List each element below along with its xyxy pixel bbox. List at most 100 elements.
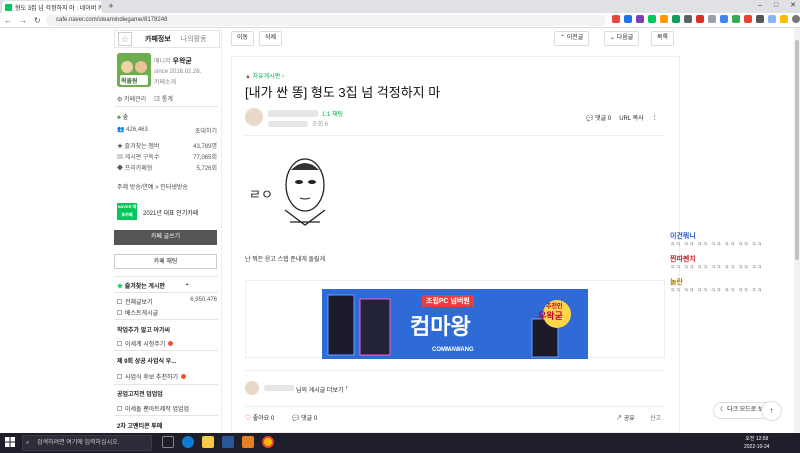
tab-my-activity[interactable]: 나의활동 xyxy=(181,34,207,44)
all-posts-count: 6,950,476 xyxy=(190,297,217,303)
more-posts-link[interactable]: 님의 게시글 더보기 › xyxy=(264,385,348,394)
extension-icon[interactable] xyxy=(732,15,740,23)
file-explorer-icon[interactable] xyxy=(202,436,214,448)
board-link[interactable]: 이세계 시청주기 xyxy=(117,339,174,348)
invite-link[interactable]: 초대하기 xyxy=(195,126,217,135)
board-link[interactable]: 사업식 후보 추천하기 xyxy=(117,372,187,381)
write-post-button[interactable]: 카페 글쓰기 xyxy=(114,230,217,245)
board-section-title: 공업고지전 업업업 xyxy=(117,392,163,398)
move-button[interactable]: 이동 xyxy=(231,31,255,46)
extension-icon[interactable] xyxy=(696,15,704,23)
new-tab-button[interactable]: + xyxy=(106,1,116,11)
chevron-up-icon: ⌃ xyxy=(560,35,566,41)
edge-icon[interactable] xyxy=(182,436,194,448)
divider xyxy=(245,406,665,407)
comment-link[interactable]: 💬 댓글 0 xyxy=(586,113,611,122)
ad-banner[interactable]: 조립PC 넘버원 컴마왕 추천인 우왁굳 COMMAWANG xyxy=(322,289,588,359)
extension-icon[interactable] xyxy=(672,15,680,23)
all-posts-link: 전체글보기 xyxy=(125,300,153,306)
extension-icon[interactable] xyxy=(684,15,692,23)
stat-row: ◆ 프리카페형 5,726회 xyxy=(117,166,217,172)
star-icon[interactable]: ☆ xyxy=(118,32,132,46)
profile-avatar[interactable] xyxy=(792,15,800,23)
extension-icon[interactable] xyxy=(636,15,644,23)
taskbar-apps xyxy=(162,436,274,448)
url-input[interactable]: cafe.naver.com/steamindiegame/8178248 xyxy=(46,15,606,26)
app-icon[interactable] xyxy=(242,436,254,448)
maximize-button[interactable]: □ xyxy=(774,0,778,12)
divider xyxy=(245,135,665,136)
cafe-manage-link[interactable]: ⚙ 카페관리 xyxy=(117,94,146,103)
board-section-title: 2차 고멘티콘 투메 xyxy=(117,424,163,430)
cafe-chat-button[interactable]: 카페 채팅 xyxy=(114,254,217,269)
url-copy-button[interactable]: URL 복사 xyxy=(619,113,644,122)
prev-post-button[interactable]: ⌃ 이전글 xyxy=(554,31,590,46)
arrow-up-icon: ↑ xyxy=(769,406,774,415)
avatar-caption: 왁물원 xyxy=(121,79,138,85)
scrollbar-thumb[interactable] xyxy=(795,40,799,260)
since-date: since 2016.02.26. xyxy=(154,69,202,75)
tab-cafe-info[interactable]: 카페정보 xyxy=(145,34,171,44)
cafe-intro-link[interactable]: 카페소개 xyxy=(154,77,201,86)
extension-icon[interactable] xyxy=(624,15,632,23)
extension-icon[interactable] xyxy=(612,15,620,23)
tab-title: 형도 3집 넘 걱정하지 마 : 네이버 카페 xyxy=(15,5,102,12)
member-row: 👥 426,463 초대하기 xyxy=(117,126,217,135)
chat-user-name: 찐따펜치 xyxy=(670,256,696,263)
post-meta: 조회 6 xyxy=(268,119,328,128)
list-button[interactable]: 목록 xyxy=(651,31,675,46)
extension-icon[interactable] xyxy=(768,15,776,23)
share-button[interactable]: ↗ 공유 xyxy=(616,413,635,422)
task-view-icon[interactable] xyxy=(162,436,174,448)
doodle-text: ㄹㅇ xyxy=(249,187,273,202)
extension-icon[interactable] xyxy=(660,15,668,23)
divider xyxy=(114,384,218,385)
extension-icon[interactable] xyxy=(720,15,728,23)
reload-button[interactable]: ↻ xyxy=(34,13,41,28)
extension-icon[interactable] xyxy=(648,15,656,23)
manager-name[interactable]: 우왁굳 xyxy=(173,58,192,65)
board-link[interactable]: ▲ 자유게시판 › xyxy=(245,71,284,80)
comment-button[interactable]: 💬 댓글 0 xyxy=(292,413,317,422)
author-name[interactable] xyxy=(268,110,318,117)
board-link[interactable]: 이세돌 팬아트제작 업업업 xyxy=(117,404,189,413)
stats-link[interactable]: ▥ 통계 xyxy=(154,94,173,103)
windows-start-icon[interactable] xyxy=(5,437,15,447)
chat-link[interactable]: 1:1 채팅 xyxy=(322,109,343,118)
report-button[interactable]: 신고 xyxy=(650,413,661,422)
manage-links: ⚙ 카페관리 ▥ 통계 xyxy=(117,94,173,103)
minimize-button[interactable]: – xyxy=(758,0,762,12)
share-icon: ↗ xyxy=(616,416,623,422)
author-avatar-small[interactable] xyxy=(245,381,259,395)
back-button[interactable]: ← xyxy=(4,13,12,28)
close-window-button[interactable]: ✕ xyxy=(790,0,796,12)
stat-row: ★ 즐겨찾는 멤버 43,789명 xyxy=(117,144,217,150)
extension-icon[interactable] xyxy=(744,15,752,23)
extension-icon[interactable] xyxy=(708,15,716,23)
author-avatar[interactable] xyxy=(245,108,263,126)
divider xyxy=(114,276,218,277)
new-badge-icon xyxy=(181,374,187,379)
delete-button[interactable]: 삭제 xyxy=(259,31,283,46)
chrome-icon[interactable] xyxy=(262,436,274,448)
chat-user-name: 이건뭐니 xyxy=(670,233,696,240)
cafe-topic: 주제 방송/연예 > 인터넷방송 xyxy=(117,185,188,191)
browser-tab[interactable]: 형도 3집 넘 걱정하지 마 : 네이버 카페 ✕ xyxy=(2,1,102,13)
next-post-button[interactable]: ⌄ 다음글 xyxy=(604,31,640,46)
forward-button[interactable]: → xyxy=(19,13,27,28)
like-button[interactable]: ♡ 좋아요 0 xyxy=(245,413,274,422)
extension-icon[interactable] xyxy=(780,15,788,23)
divider xyxy=(114,292,218,293)
extension-icon[interactable] xyxy=(756,15,764,23)
vscode-icon[interactable] xyxy=(222,436,234,448)
members-icon: 👥 xyxy=(117,127,125,133)
taskbar-search-input[interactable]: ⌕ 검색하려면 여기에 입력하십시오. xyxy=(22,435,152,451)
more-options-icon[interactable]: ⋮ xyxy=(652,114,658,121)
cafe-avatar: 왁물원 xyxy=(117,53,151,87)
chat-user-name: 놀란 xyxy=(670,279,683,286)
badge-text: 2021년 대표 인기카페 xyxy=(143,211,199,217)
all-posts-row[interactable]: 전체글보기 6,950,476 xyxy=(117,297,217,306)
best-posts-link[interactable]: 베스트게시글 xyxy=(117,308,158,317)
system-clock[interactable]: 오전 12:59 2022-10-24 xyxy=(744,435,770,451)
scroll-top-button[interactable]: ↑ xyxy=(761,401,782,421)
